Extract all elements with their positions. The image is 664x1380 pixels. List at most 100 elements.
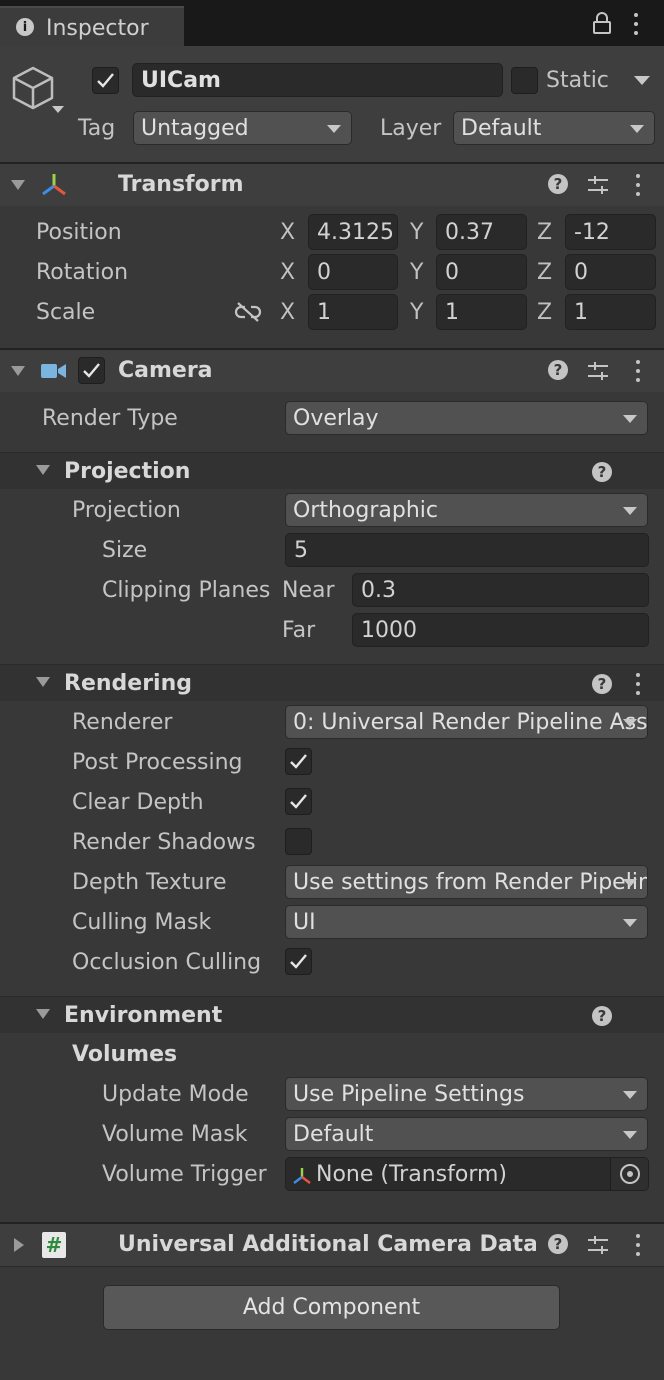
tab-menu-icon[interactable] [633, 13, 639, 35]
volume-trigger-value: None (Transform) [316, 1161, 507, 1187]
volume-mask-dropdown[interactable]: Default [285, 1117, 648, 1151]
depth-texture-value: Use settings from Render Pipeline Asset [293, 869, 647, 895]
scale-y-field[interactable]: 1 [436, 294, 527, 330]
chevron-down-icon [623, 507, 637, 515]
rotation-y-label[interactable]: Y [410, 262, 423, 284]
link-broken-icon[interactable] [234, 301, 262, 323]
position-y-value: 0.37 [445, 219, 494, 245]
additional-data-title-box: Universal Additional Camera Data (Script… [118, 1234, 536, 1260]
additional-data-foldout-icon[interactable] [14, 1238, 24, 1252]
chevron-down-icon [623, 919, 637, 927]
position-y-field[interactable]: 0.37 [436, 214, 527, 250]
transform-axes-icon [292, 1166, 312, 1184]
depth-texture-dropdown[interactable]: Use settings from Render Pipeline Asset [285, 865, 648, 899]
environment-foldout-icon[interactable] [36, 1009, 50, 1019]
sliders-icon[interactable] [587, 360, 609, 382]
position-x-field[interactable]: 4.3125 [308, 214, 398, 250]
lock-icon[interactable] [592, 12, 612, 34]
cube-icon[interactable] [10, 64, 66, 120]
rendering-menu-icon[interactable] [635, 673, 641, 695]
camera-enabled-toggle[interactable] [78, 357, 105, 384]
rotation-z-label[interactable]: Z [537, 262, 552, 284]
help-icon[interactable]: ? [592, 1006, 612, 1026]
camera-foldout-icon[interactable] [11, 366, 25, 376]
scale-z-field[interactable]: 1 [565, 294, 656, 330]
additional-data-menu-icon[interactable] [635, 1234, 641, 1256]
help-icon[interactable]: ? [592, 462, 612, 482]
post-processing-toggle[interactable] [285, 748, 312, 775]
layer-dropdown[interactable]: Default [453, 111, 655, 145]
add-component-button[interactable]: Add Component [103, 1285, 560, 1330]
update-mode-value: Use Pipeline Settings [293, 1081, 525, 1107]
projection-dropdown[interactable]: Orthographic [285, 493, 648, 527]
transform-axes-icon [40, 172, 68, 198]
scale-y-label[interactable]: Y [410, 302, 423, 324]
rotation-x-label[interactable]: X [280, 262, 295, 284]
environment-title: Environment [64, 1003, 223, 1028]
static-toggle[interactable] [511, 67, 538, 94]
rendering-foldout-icon[interactable] [36, 677, 50, 687]
near-label[interactable]: Near [282, 580, 335, 602]
far-value: 1000 [361, 617, 417, 643]
transform-menu-icon[interactable] [635, 174, 641, 196]
projection-value: Orthographic [293, 497, 438, 523]
projection-title: Projection [64, 459, 191, 484]
transform-foldout-icon[interactable] [11, 180, 25, 190]
static-dropdown-arrow[interactable] [634, 76, 650, 85]
position-x-label[interactable]: X [280, 222, 295, 244]
update-mode-dropdown[interactable]: Use Pipeline Settings [285, 1077, 648, 1111]
help-icon[interactable]: ? [548, 174, 568, 194]
help-icon[interactable]: ? [548, 1234, 568, 1254]
tag-dropdown[interactable]: Untagged [133, 111, 352, 145]
active-toggle[interactable] [92, 67, 119, 94]
tab-title: Inspector [46, 16, 149, 41]
render-shadows-toggle[interactable] [285, 828, 312, 855]
projection-foldout-icon[interactable] [36, 465, 50, 475]
size-field[interactable]: 5 [285, 533, 649, 567]
far-label[interactable]: Far [282, 620, 315, 642]
renderer-label: Renderer [72, 710, 173, 735]
position-y-label[interactable]: Y [410, 222, 423, 244]
render-type-value: Overlay [293, 405, 379, 431]
inspector-tab[interactable]: i Inspector [0, 6, 184, 46]
csharp-script-icon: # [42, 1232, 66, 1258]
position-label: Position [36, 220, 122, 245]
rotation-y-value: 0 [445, 259, 459, 285]
object-picker-icon [620, 1164, 640, 1184]
scale-z-value: 1 [574, 299, 588, 325]
sliders-icon[interactable] [587, 174, 609, 196]
tag-value: Untagged [141, 115, 249, 141]
projection-label: Projection [72, 498, 181, 523]
rotation-y-field[interactable]: 0 [436, 254, 527, 290]
occlusion-culling-toggle[interactable] [285, 948, 312, 975]
renderer-dropdown[interactable]: 0: Universal Render Pipeline Asset_Rende… [285, 705, 648, 739]
scale-x-label[interactable]: X [280, 302, 295, 324]
render-type-dropdown[interactable]: Overlay [285, 401, 648, 435]
position-z-label[interactable]: Z [537, 222, 552, 244]
help-icon[interactable]: ? [592, 674, 612, 694]
object-name-field[interactable]: UICam [132, 63, 503, 97]
near-field[interactable]: 0.3 [352, 573, 649, 607]
help-icon[interactable]: ? [548, 360, 568, 380]
scale-x-field[interactable]: 1 [308, 294, 398, 330]
culling-mask-dropdown[interactable]: UI [285, 905, 648, 939]
scale-z-label[interactable]: Z [537, 302, 552, 324]
chevron-down-icon [623, 879, 637, 887]
render-shadows-label: Render Shadows [72, 830, 256, 855]
position-z-field[interactable]: -12 [565, 214, 656, 250]
layer-label: Layer [380, 116, 442, 141]
object-picker-button[interactable] [610, 1158, 648, 1190]
camera-menu-icon[interactable] [635, 360, 641, 382]
sliders-icon[interactable] [587, 1234, 609, 1256]
rotation-z-field[interactable]: 0 [565, 254, 656, 290]
volume-trigger-field[interactable]: None (Transform) [285, 1157, 649, 1191]
scale-label: Scale [36, 300, 96, 325]
renderer-value: 0: Universal Render Pipeline Asset_Rende… [293, 709, 647, 735]
clear-depth-toggle[interactable] [285, 788, 312, 815]
render-type-label: Render Type [42, 406, 178, 431]
static-label: Static [546, 68, 609, 93]
info-icon: i [16, 18, 34, 36]
rotation-x-field[interactable]: 0 [308, 254, 398, 290]
chevron-down-icon [623, 1131, 637, 1139]
far-field[interactable]: 1000 [352, 613, 649, 647]
